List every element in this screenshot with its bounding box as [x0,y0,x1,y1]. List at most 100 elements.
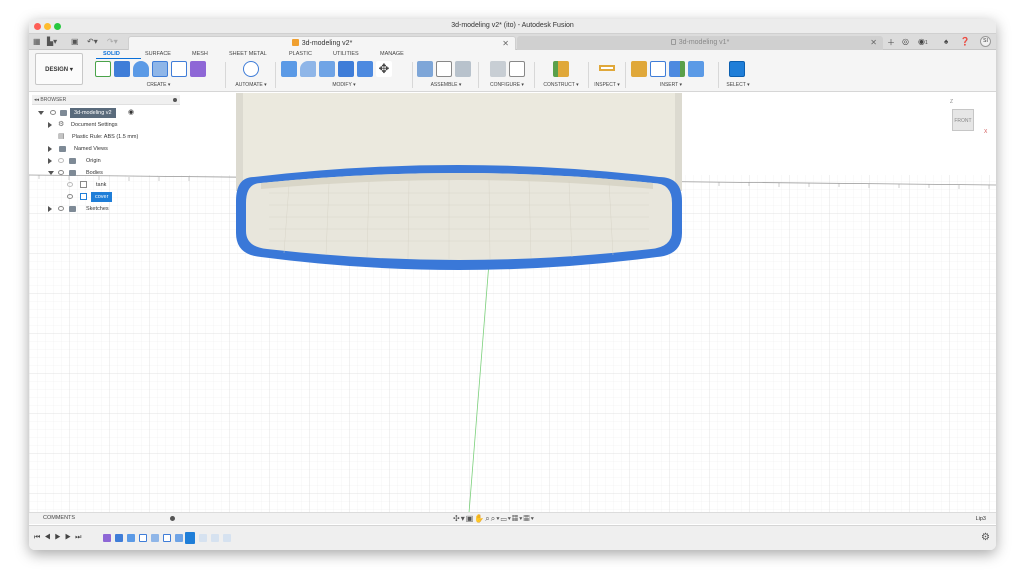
tab-utilities[interactable]: UTILITIES [333,51,359,57]
chamfer-icon[interactable] [319,61,335,77]
redo-icon[interactable]: ↷▾ [107,37,118,47]
comments-label[interactable]: COMMENTS [43,515,75,521]
viewports-icon[interactable]: ▦▾ [523,514,534,523]
measure-icon[interactable] [599,61,615,77]
expand-icon[interactable] [48,158,52,164]
insert-derive-icon[interactable] [631,61,647,77]
close-tab-icon[interactable]: ✕ [870,36,877,50]
timeline-marker-icon[interactable] [185,532,195,544]
new-component-icon[interactable] [417,61,433,77]
browser-pin-icon[interactable] [173,98,177,102]
grid-settings-icon[interactable]: ▦▾ [512,514,523,523]
select-menu[interactable]: SELECT ▾ [721,82,755,88]
workspace-switcher[interactable]: DESIGN ▾ [35,53,83,85]
visibility-eye-icon[interactable] [58,170,64,175]
tab-document-active[interactable]: 3d-modeling v2* ✕ [128,36,516,50]
configure-icon[interactable] [490,61,506,77]
timeline-feature-icon[interactable] [223,534,231,542]
comments-add-icon[interactable] [170,516,175,521]
combine-icon[interactable] [357,61,373,77]
tab-sheet-metal[interactable]: SHEET METAL [229,51,267,57]
form-icon[interactable] [190,61,206,77]
save-icon[interactable]: ▣ [71,37,79,47]
3d-viewport[interactable]: ◂◂ BROWSER 3d-modeling v2 ◉ ⚙ Document S… [29,93,996,513]
automate-menu[interactable]: AUTOMATE ▾ [229,82,273,88]
display-settings-icon[interactable]: ▭▾ [501,514,512,523]
tab-plastic[interactable]: PLASTIC [289,51,312,57]
shell-icon[interactable] [338,61,354,77]
orbit-icon[interactable]: ✣▾ [453,514,466,523]
offset-plane-icon[interactable] [553,61,569,77]
timeline-feature-icon[interactable] [127,534,135,542]
canvas-icon[interactable] [688,61,704,77]
new-tab-icon[interactable]: ＋ [887,37,895,48]
move-icon[interactable]: ✥ [376,61,392,77]
expand-icon[interactable] [48,146,52,152]
timeline-feature-icon[interactable] [211,534,219,542]
close-tab-icon[interactable]: ✕ [502,37,509,51]
step-forward-icon[interactable]: ▶ [65,534,75,541]
revolve-icon[interactable] [133,61,149,77]
go-to-start-icon[interactable]: ⏮ [34,534,44,541]
help-icon[interactable]: ❓ [960,37,970,46]
as-built-joint-icon[interactable] [455,61,471,77]
visibility-eye-icon[interactable] [58,158,64,163]
joint-icon[interactable] [436,61,452,77]
visibility-eye-icon[interactable] [50,110,56,115]
browser-header[interactable]: ◂◂ BROWSER [32,95,180,105]
expand-icon[interactable] [48,171,54,175]
timeline-feature-icon[interactable] [103,534,111,542]
go-to-end-icon[interactable]: ⏭ [75,534,85,541]
sync-icon[interactable]: ◎ [902,37,909,46]
fit-icon[interactable]: ⌕▾ [491,514,501,523]
tab-solid[interactable]: SOLID [103,51,120,57]
construct-menu[interactable]: CONSTRUCT ▾ [539,82,583,88]
fillet-icon[interactable] [300,61,316,77]
timeline-feature-icon[interactable] [151,534,159,542]
create-menu[interactable]: CREATE ▾ [95,82,222,88]
expand-icon[interactable] [48,206,52,212]
modify-menu[interactable]: MODIFY ▾ [281,82,407,88]
create-sketch-icon[interactable] [95,61,111,77]
select-cursor-icon[interactable] [729,61,745,77]
timeline-feature-icon[interactable] [163,534,171,542]
activate-radio-icon[interactable]: ◉ [128,108,134,118]
extrude-icon[interactable] [114,61,130,77]
insert-mesh-icon[interactable] [669,61,685,77]
table-icon[interactable] [509,61,525,77]
expand-icon[interactable] [48,122,52,128]
collapse-icon[interactable]: ◂◂ [34,97,39,103]
grid-icon[interactable]: ▦ [33,37,41,47]
hole-icon[interactable] [152,61,168,77]
file-icon[interactable]: ▙▾ [47,37,57,47]
tab-document-inactive[interactable]: 3d-modeling v1* ✕ [517,36,883,50]
press-pull-icon[interactable] [281,61,297,77]
view-cube[interactable]: Z FRONT X [948,99,992,139]
visibility-eye-icon[interactable] [67,194,73,199]
step-back-icon[interactable]: ◀ [44,534,54,541]
view-cube-front-face[interactable]: FRONT [952,109,974,131]
timeline-feature-icon[interactable] [115,534,123,542]
tab-manage[interactable]: MANAGE [380,51,404,57]
look-at-icon[interactable]: ▣ [466,514,475,523]
gear-icon[interactable]: ⚙ [981,532,990,543]
visibility-eye-icon[interactable] [67,182,73,187]
timeline-feature-icon[interactable] [175,534,183,542]
expand-icon[interactable] [38,111,44,115]
timeline-feature-icon[interactable] [139,534,147,542]
rectangle-icon[interactable] [171,61,187,77]
job-status-icon[interactable]: ◉1 [918,37,928,46]
tab-surface[interactable]: SURFACE [145,51,171,57]
play-icon[interactable]: ▶ [55,534,65,541]
insert-menu[interactable]: INSERT ▾ [631,82,711,88]
visibility-eye-icon[interactable] [58,206,64,211]
configure-menu[interactable]: CONFIGURE ▾ [485,82,529,88]
inspect-menu[interactable]: INSPECT ▾ [592,82,622,88]
undo-icon[interactable]: ↶▾ [87,37,98,47]
assemble-menu[interactable]: ASSEMBLE ▾ [417,82,475,88]
automate-icon[interactable] [243,61,259,77]
timeline-feature-icon[interactable] [199,534,207,542]
bell-icon[interactable]: ♠ [944,37,948,46]
tab-mesh[interactable]: MESH [192,51,208,57]
pan-hand-icon[interactable]: ✋ [474,514,485,523]
